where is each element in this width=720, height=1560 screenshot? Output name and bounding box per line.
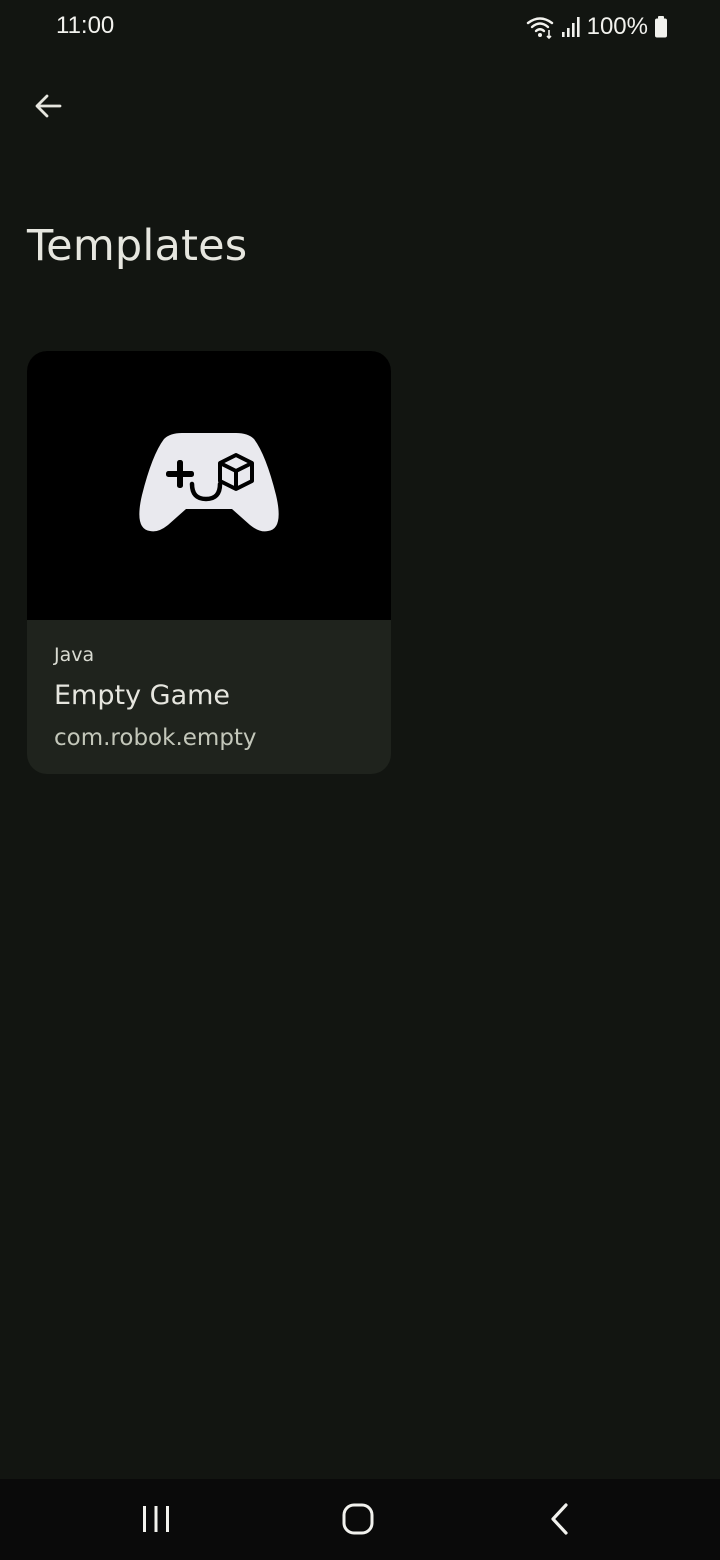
recent-apps-button[interactable] <box>126 1499 186 1543</box>
status-icons: 100% <box>525 12 668 42</box>
home-icon <box>341 1502 375 1540</box>
template-name: Empty Game <box>54 680 231 711</box>
recent-apps-icon <box>140 1504 172 1538</box>
gamepad-icon <box>136 432 282 539</box>
status-bar: 11:00 100% <box>0 0 720 54</box>
signal-icon <box>561 15 581 39</box>
template-card-image <box>27 351 391 620</box>
system-nav-bar <box>0 1479 720 1560</box>
status-time: 11:00 <box>56 12 115 39</box>
template-card-empty-game[interactable]: Java Empty Game com.robok.empty <box>27 351 391 774</box>
back-icon <box>548 1502 572 1540</box>
wifi-icon <box>525 15 555 39</box>
arrow-back-icon <box>33 91 63 125</box>
page-title: Templates <box>27 221 248 271</box>
home-button[interactable] <box>328 1499 388 1543</box>
nav-back-button[interactable] <box>530 1499 590 1543</box>
battery-icon <box>654 15 668 39</box>
battery-percent: 100% <box>586 13 648 40</box>
template-language: Java <box>54 644 95 666</box>
template-card-body: Java Empty Game com.robok.empty <box>27 620 391 754</box>
back-button[interactable] <box>24 84 72 132</box>
template-package: com.robok.empty <box>54 725 257 751</box>
